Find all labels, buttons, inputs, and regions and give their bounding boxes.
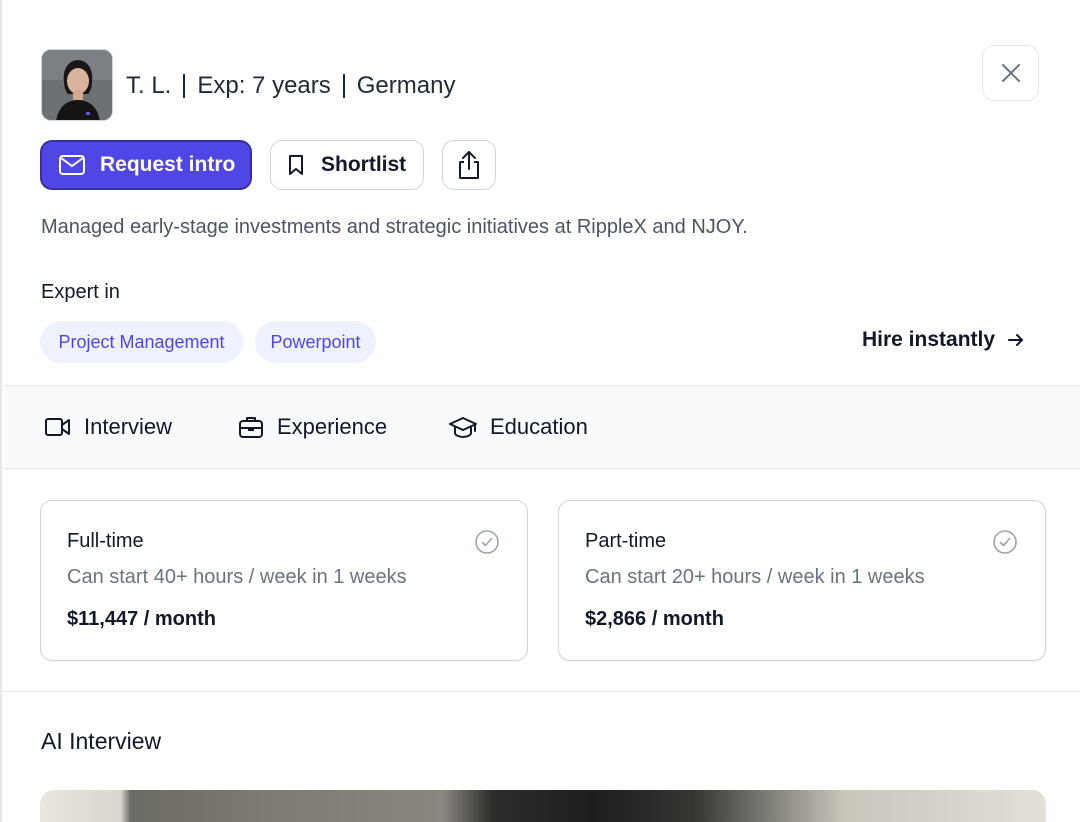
candidate-name: T. L. bbox=[126, 72, 172, 99]
section-tabs: Interview Experience Education bbox=[4, 385, 1080, 469]
plan-description: Can start 40+ hours / week in 1 weeks bbox=[67, 566, 407, 588]
expert-in-label: Expert in bbox=[41, 281, 120, 303]
plan-title: Full-time bbox=[67, 530, 144, 552]
video-camera-icon bbox=[45, 418, 70, 436]
plan-card-full-time[interactable]: Full-time Can start 40+ hours / week in … bbox=[40, 500, 528, 661]
mail-icon bbox=[59, 155, 85, 175]
plan-price: $2,866 / month bbox=[585, 608, 724, 630]
hire-instantly-label: Hire instantly bbox=[862, 328, 996, 351]
close-icon bbox=[1001, 64, 1020, 82]
ai-interview-heading: AI Interview bbox=[41, 728, 162, 754]
hire-instantly-link[interactable]: Hire instantly bbox=[862, 328, 1025, 352]
title-separator bbox=[342, 74, 345, 98]
skill-chip: Project Management bbox=[40, 321, 243, 363]
section-divider bbox=[4, 691, 1080, 692]
avatar bbox=[41, 49, 113, 121]
candidate-location: Germany bbox=[356, 72, 456, 99]
tab-education[interactable]: Education bbox=[448, 411, 588, 443]
profile-title: T. L. Exp: 7 years Germany bbox=[126, 70, 455, 102]
interview-video-player[interactable] bbox=[40, 790, 1046, 822]
bookmark-icon bbox=[289, 155, 303, 175]
tab-label: Education bbox=[490, 414, 588, 439]
plan-price: $11,447 / month bbox=[67, 608, 216, 630]
check-circle-icon bbox=[993, 530, 1017, 554]
shortlist-button[interactable]: Shortlist bbox=[270, 140, 424, 190]
tab-label: Interview bbox=[84, 414, 173, 439]
tab-interview[interactable]: Interview bbox=[44, 411, 172, 443]
request-intro-label: Request intro bbox=[100, 153, 236, 176]
tab-label: Experience bbox=[277, 414, 388, 439]
candidate-experience: Exp: 7 years bbox=[197, 72, 331, 99]
title-separator bbox=[183, 74, 186, 98]
shortlist-label: Shortlist bbox=[321, 153, 407, 176]
arrow-right-icon bbox=[1008, 334, 1024, 346]
request-intro-button[interactable]: Request intro bbox=[40, 140, 252, 190]
skill-chip: Powerpoint bbox=[255, 321, 376, 363]
graduation-cap-icon bbox=[449, 417, 477, 439]
check-circle-icon bbox=[475, 530, 499, 554]
plan-description: Can start 20+ hours / week in 1 weeks bbox=[585, 566, 925, 588]
briefcase-icon bbox=[239, 417, 263, 438]
candidate-panel: T. L. Exp: 7 years Germany Request intro… bbox=[0, 0, 1080, 822]
share-button[interactable] bbox=[442, 140, 496, 190]
plan-card-part-time[interactable]: Part-time Can start 20+ hours / week in … bbox=[558, 500, 1046, 661]
share-icon bbox=[459, 151, 479, 179]
profile-summary: Managed early-stage investments and stra… bbox=[41, 216, 748, 238]
plan-title: Part-time bbox=[585, 530, 667, 552]
tab-experience[interactable]: Experience bbox=[237, 411, 387, 443]
close-button[interactable] bbox=[982, 45, 1039, 101]
